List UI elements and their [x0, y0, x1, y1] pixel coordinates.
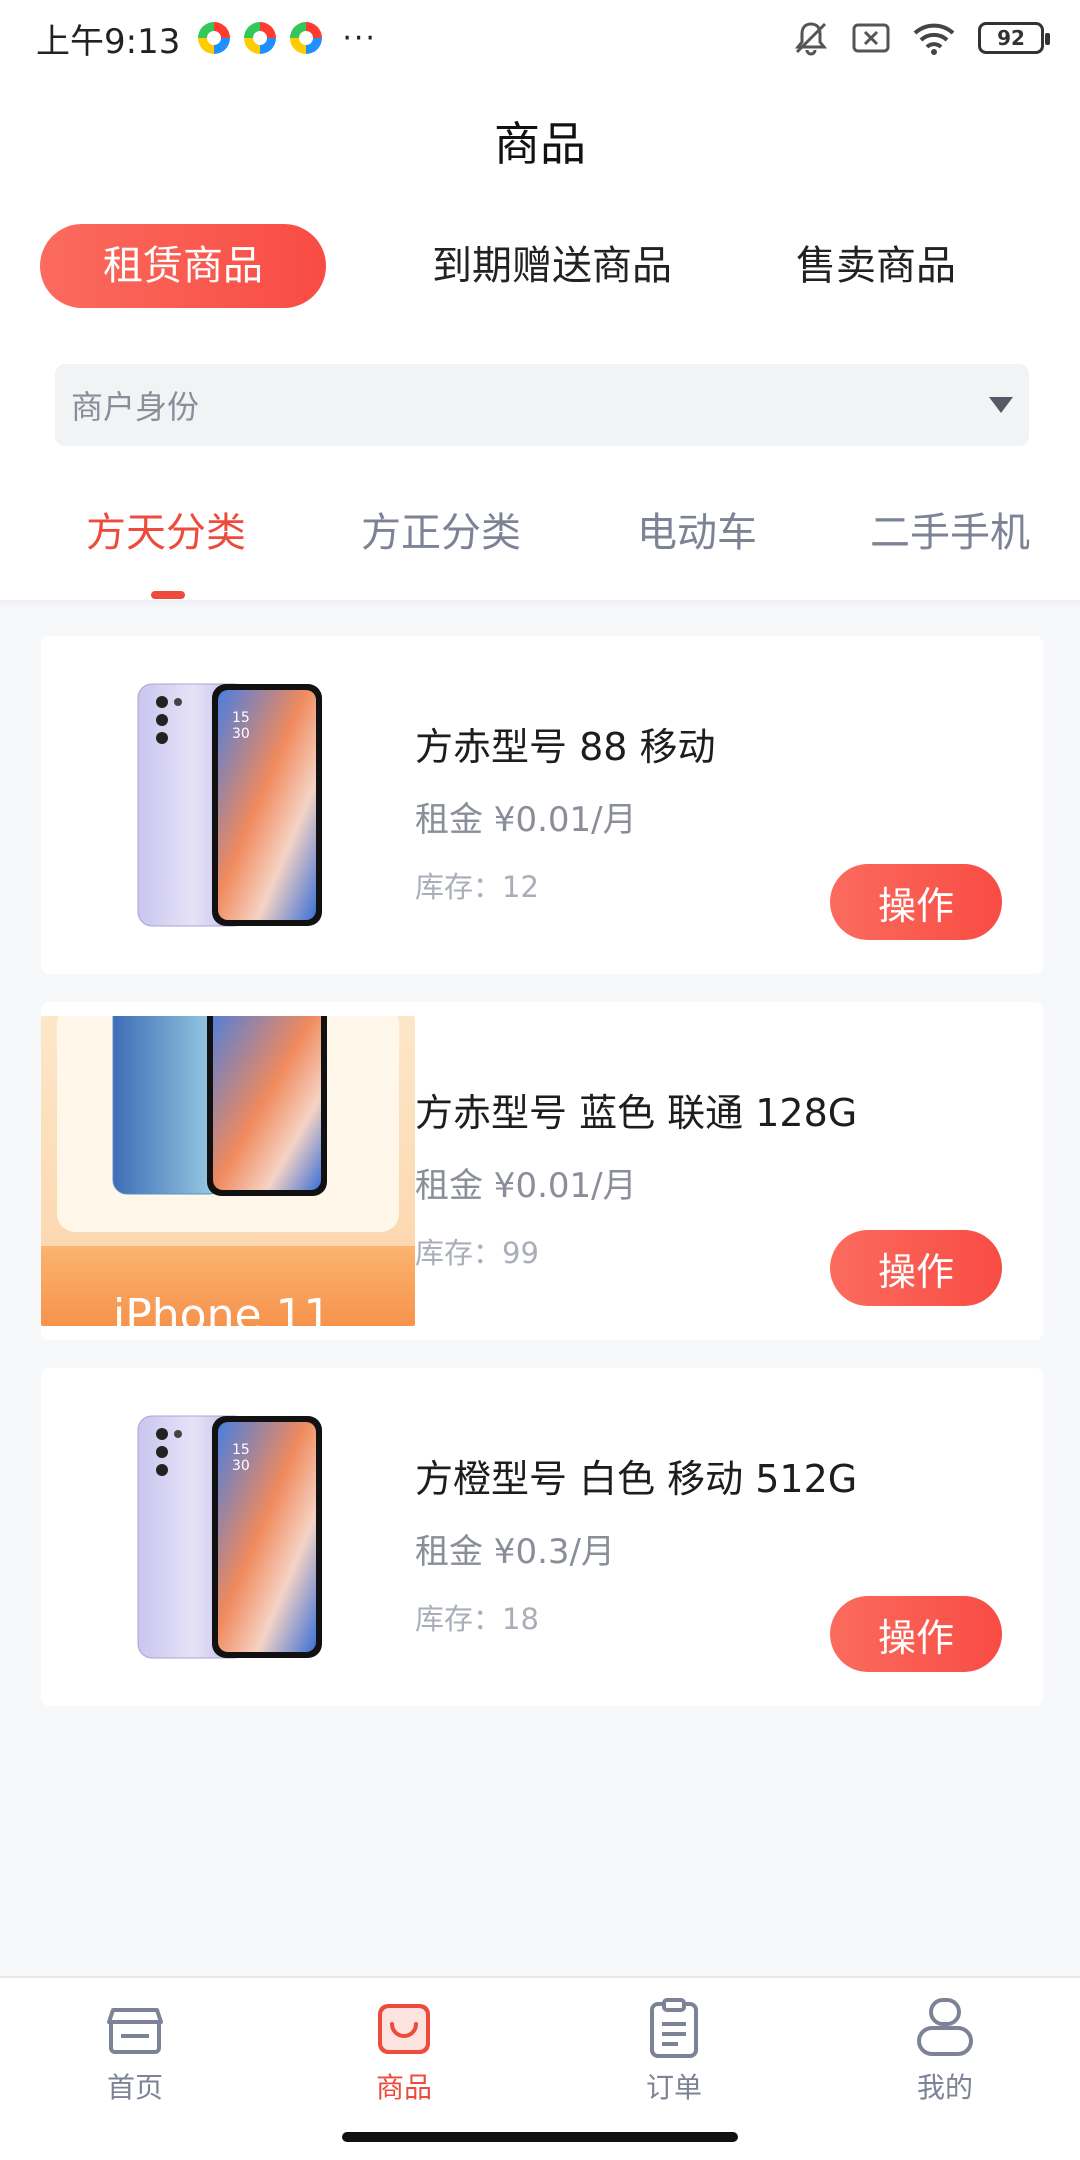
- clipboard-icon: [642, 1996, 706, 2060]
- product-title: 方赤型号 蓝色 联通 128G: [415, 1091, 858, 1135]
- close-box-icon: [852, 23, 890, 53]
- svg-text:15: 15: [232, 710, 250, 726]
- product-stock: 库存：18: [415, 1602, 539, 1636]
- product-card[interactable]: iPhone 11 方赤型号 蓝色 联通 128G 租金 ¥0.01/月 库存：…: [41, 1002, 1043, 1340]
- status-app-icons: [198, 22, 323, 54]
- caret-down-icon: [989, 397, 1013, 413]
- product-image: 15 30: [41, 1382, 415, 1692]
- product-price: 租金 ¥0.01/月: [415, 800, 637, 840]
- product-action-button[interactable]: 操作: [830, 1230, 1002, 1306]
- product-price: 租金 ¥0.3/月: [415, 1532, 615, 1572]
- battery-icon: 92: [978, 22, 1050, 54]
- tab-sale-products[interactable]: 售卖商品: [746, 224, 1006, 308]
- tab-category-fangzheng[interactable]: 方正分类: [361, 500, 521, 558]
- user-icon: [913, 1996, 977, 2060]
- page-title: 商品: [494, 117, 586, 171]
- tab-rental-products[interactable]: 租赁商品: [40, 224, 326, 308]
- svg-text:15: 15: [232, 1442, 250, 1458]
- svg-text:30: 30: [232, 1458, 250, 1474]
- product-title: 方橙型号 白色 移动 512G: [415, 1457, 858, 1501]
- segment-tabs: 租赁商品 到期赠送商品 售卖商品: [40, 224, 1040, 308]
- svg-text:30: 30: [232, 726, 250, 742]
- product-image: iPhone 11: [41, 1016, 415, 1326]
- product-action-button[interactable]: 操作: [830, 864, 1002, 940]
- app-icon: [290, 22, 323, 54]
- product-stock: 库存：12: [415, 870, 539, 904]
- wifi-icon: [912, 21, 956, 55]
- merchant-identity-select[interactable]: 商户身份: [55, 364, 1029, 446]
- app-icon: [198, 22, 231, 54]
- nav-products[interactable]: 商品: [324, 1996, 484, 2106]
- app-icon: [244, 22, 277, 54]
- product-card[interactable]: 15 30 方赤型号 88 移动 租金 ¥0.01/月 库存：12 操作: [41, 636, 1043, 974]
- store-icon: [103, 1996, 167, 2060]
- nav-orders-label: 订单: [645, 2071, 702, 2104]
- nav-home[interactable]: 首页: [55, 1996, 215, 2106]
- status-right: 92: [792, 20, 1050, 56]
- tab-category-ebike[interactable]: 电动车: [637, 500, 757, 558]
- shopping-bag-icon: [372, 1996, 436, 2060]
- product-card[interactable]: 15 30 方橙型号 白色 移动 512G 租金 ¥0.3/月 库存：18 操作: [41, 1368, 1043, 1706]
- banner-text: iPhone 11: [113, 1290, 332, 1326]
- more-notifications-icon: ···: [342, 20, 377, 56]
- active-tab-indicator: [151, 591, 185, 599]
- product-image: 15 30: [41, 650, 415, 960]
- tab-category-used-phones[interactable]: 二手手机: [870, 500, 1030, 558]
- nav-profile-label: 我的: [916, 2071, 973, 2104]
- home-indicator[interactable]: [342, 2132, 738, 2142]
- mute-icon: [792, 20, 830, 56]
- nav-profile[interactable]: 我的: [865, 1996, 1025, 2106]
- status-time: 上午9:13: [36, 21, 181, 62]
- tab-expiry-gift-products[interactable]: 到期赠送商品: [370, 224, 734, 308]
- category-tabs: 方天分类 方正分类 电动车 二手手机: [0, 500, 1080, 600]
- product-action-button[interactable]: 操作: [830, 1596, 1002, 1672]
- nav-home-label: 首页: [106, 2071, 163, 2104]
- tab-category-fangtian[interactable]: 方天分类: [86, 500, 246, 558]
- nav-products-label: 商品: [375, 2071, 432, 2104]
- merchant-select-placeholder: 商户身份: [71, 388, 200, 426]
- product-title: 方赤型号 88 移动: [415, 725, 716, 769]
- status-bar: 上午9:13 ··· 92: [0, 0, 1080, 76]
- product-price: 租金 ¥0.01/月: [415, 1166, 637, 1206]
- product-stock: 库存：99: [415, 1236, 539, 1270]
- nav-orders[interactable]: 订单: [594, 1996, 754, 2106]
